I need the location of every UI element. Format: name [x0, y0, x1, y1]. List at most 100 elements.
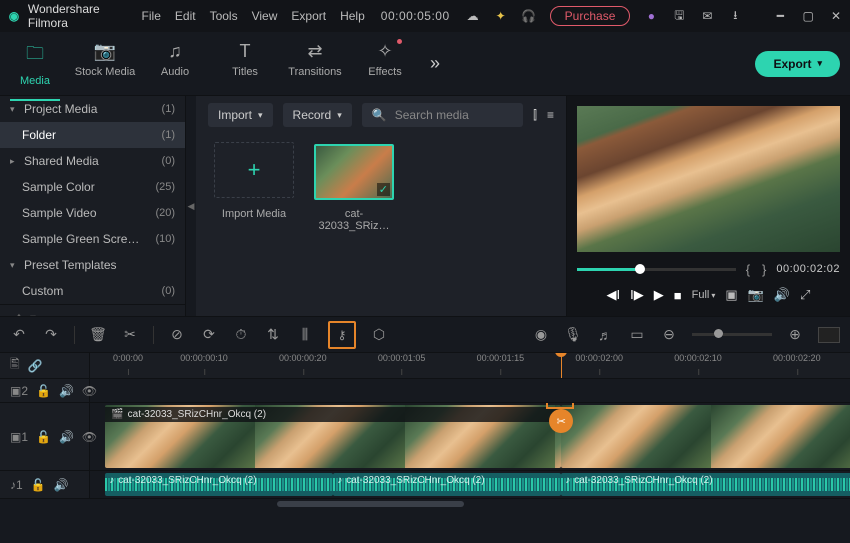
menu-view[interactable]: View — [252, 9, 278, 23]
export-button[interactable]: Export▾ — [755, 51, 840, 77]
track-lane-fx2[interactable] — [90, 379, 850, 402]
track-manage-icon[interactable]: 🖺 — [10, 355, 20, 376]
zoom-slider[interactable] — [692, 333, 772, 336]
cloud-icon[interactable]: ☁ — [466, 9, 480, 23]
tab-media[interactable]: 🗀Media — [0, 33, 70, 95]
audio-mixer-button[interactable]: ⫼ — [296, 326, 314, 343]
zoom-fit-button[interactable] — [818, 327, 840, 343]
mark-out-button[interactable]: } — [760, 262, 768, 277]
collapse-sidebar-button[interactable]: ◀ — [186, 96, 196, 316]
tips-icon[interactable]: ✦ — [494, 9, 508, 23]
support-icon[interactable]: 🎧 — [522, 9, 536, 23]
play-button[interactable]: ▶ — [654, 287, 664, 303]
mute-icon[interactable]: 🔊 — [59, 430, 74, 444]
mail-icon[interactable]: ✉ — [700, 9, 714, 23]
more-tabs-button[interactable]: » — [430, 53, 440, 74]
settings-icon[interactable]: ⤢ — [800, 287, 810, 303]
video-clip[interactable]: 🎬cat-32033_SRizCHnr_Okcq (2) — [105, 405, 561, 468]
record-dropdown[interactable]: Record▾ — [283, 103, 352, 127]
track-lane-video1[interactable]: 🎬cat-32033_SRizCHnr_Okcq (2) ✂ — [90, 403, 850, 470]
split-button[interactable]: ✂ — [121, 326, 139, 343]
zoom-knob[interactable] — [714, 329, 723, 338]
prev-frame-button[interactable]: ◀I — [607, 287, 621, 303]
track-header-audio1[interactable]: ♪1🔓🔊 — [0, 471, 90, 498]
step-back-button[interactable]: I▶ — [630, 287, 644, 303]
audio-sync-button[interactable]: ♬ — [596, 327, 614, 343]
menu-edit[interactable]: Edit — [175, 9, 196, 23]
search-input[interactable]: 🔍Search media — [362, 103, 523, 127]
timeline-scrollbar[interactable] — [0, 499, 850, 509]
filter-icon[interactable]: ⫿ — [533, 108, 537, 123]
zoom-out-button[interactable]: ⊖ — [660, 326, 678, 343]
audio-clip[interactable]: ♪cat-32033_SRizCHnr_Okcq (2) — [105, 473, 333, 496]
sidebar-item-sample-video[interactable]: Sample Video(20) — [0, 200, 185, 226]
window-maximize-button[interactable]: ▢ — [802, 9, 814, 23]
render-button[interactable]: ▭ — [628, 326, 646, 343]
timeline-ruler[interactable]: 0:00:0000:00:00:1000:00:00:2000:00:01:05… — [90, 353, 850, 378]
undo-button[interactable]: ↶ — [10, 326, 28, 343]
disable-clip-button[interactable]: ⊘ — [168, 326, 186, 343]
color-button[interactable]: ⇅ — [264, 326, 282, 343]
lock-icon[interactable]: 🔓 — [36, 430, 51, 444]
sidebar-item-folder[interactable]: Folder(1) — [0, 122, 185, 148]
slider-knob[interactable] — [635, 264, 645, 274]
account-icon[interactable]: ● — [644, 9, 658, 23]
link-icon[interactable]: 🔗 — [28, 359, 43, 373]
record-voiceover-button[interactable]: 🎙 — [564, 326, 582, 343]
volume-icon[interactable]: 🔊 — [774, 287, 790, 303]
media-clip-tile[interactable]: cat-32033_SRiz… — [314, 142, 394, 232]
import-dropdown[interactable]: Import▾ — [208, 103, 273, 127]
import-media-tile[interactable]: + Import Media — [214, 142, 294, 220]
zoom-in-button[interactable]: ⊕ — [786, 326, 804, 343]
mute-icon[interactable]: 🔊 — [54, 478, 69, 492]
sidebar-item-preset-templates[interactable]: ▾Preset Templates — [0, 252, 185, 278]
sidebar-item-sample-color[interactable]: Sample Color(25) — [0, 174, 185, 200]
split-marker[interactable]: ✂ — [549, 409, 573, 433]
keyframe-button[interactable]: ⬡ — [370, 326, 388, 343]
stop-button[interactable]: ■ — [674, 288, 682, 303]
playhead[interactable] — [561, 353, 562, 378]
download-icon[interactable]: ⭳ — [728, 9, 742, 23]
save-icon[interactable]: 🖫 — [672, 9, 686, 23]
window-close-button[interactable]: ✕ — [830, 9, 842, 23]
quality-dropdown[interactable]: Full ▾ — [692, 289, 716, 301]
snapshot-icon[interactable]: 📷 — [748, 287, 764, 303]
sidebar-item-custom[interactable]: Custom(0) — [0, 278, 185, 304]
tab-stock-media[interactable]: 📷Stock Media — [70, 33, 140, 95]
scrollbar-thumb[interactable] — [277, 501, 464, 507]
menu-help[interactable]: Help — [340, 9, 365, 23]
redo-button[interactable]: ↷ — [42, 326, 60, 343]
marker-button[interactable]: ◉ — [532, 326, 550, 343]
mute-icon[interactable]: 🔊 — [59, 384, 74, 398]
lock-icon[interactable]: 🔓 — [36, 384, 51, 398]
video-clip[interactable] — [561, 405, 850, 468]
audio-clip[interactable]: ♪cat-32033_SRizCHnr_Okcq (2) — [333, 473, 561, 496]
lock-icon[interactable]: 🔓 — [31, 478, 46, 492]
menu-tools[interactable]: Tools — [210, 9, 238, 23]
delete-button[interactable]: 🗑 — [89, 326, 107, 343]
sidebar-item-sample-green[interactable]: Sample Green Scre…(10) — [0, 226, 185, 252]
sort-icon[interactable]: ≡ — [547, 108, 554, 122]
menu-file[interactable]: File — [142, 9, 161, 23]
crop-icon[interactable]: ▣ — [725, 287, 737, 303]
track-header-fx2[interactable]: ▣2🔓🔊👁 — [0, 379, 90, 402]
purchase-button[interactable]: Purchase — [550, 6, 631, 26]
tab-audio[interactable]: ♫Audio — [140, 33, 210, 95]
duration-button[interactable]: ⏱ — [232, 326, 250, 343]
preview-viewport[interactable] — [567, 96, 850, 252]
menu-export[interactable]: Export — [291, 9, 326, 23]
ruler-mark: 0:00:00 — [113, 353, 143, 363]
audio-stretch-button[interactable]: ⚷ — [328, 321, 356, 349]
track-lane-audio1[interactable]: ♪cat-32033_SRizCHnr_Okcq (2) ♪cat-32033_… — [90, 471, 850, 498]
sidebar-item-shared-media[interactable]: ▸Shared Media(0) — [0, 148, 185, 174]
mark-in-button[interactable]: { — [744, 262, 752, 277]
tab-effects[interactable]: ✧Effects — [350, 33, 420, 95]
sidebar-count: (20) — [155, 207, 175, 219]
track-header-video1[interactable]: ▣1🔓🔊👁 — [0, 403, 90, 470]
window-minimize-button[interactable]: ━ — [774, 9, 786, 23]
playback-slider[interactable] — [577, 268, 736, 271]
speed-button[interactable]: ⟳ — [200, 326, 218, 343]
tab-titles[interactable]: TTitles — [210, 33, 280, 95]
tab-transitions[interactable]: ⇄Transitions — [280, 33, 350, 95]
audio-clip[interactable]: ♪cat-32033_SRizCHnr_Okcq (2) — [561, 473, 850, 496]
